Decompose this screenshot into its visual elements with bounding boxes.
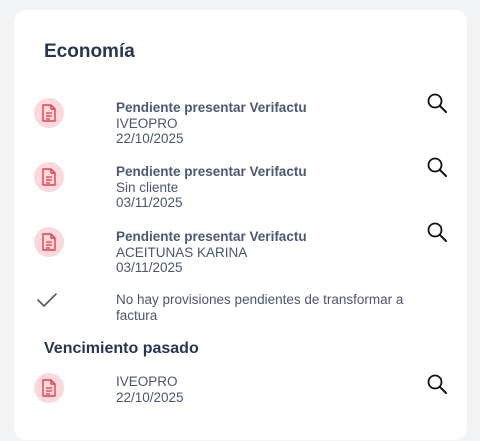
search-icon[interactable] [426,221,448,243]
document-icon [34,162,64,192]
check-icon [36,292,58,313]
notice-text: No hay provisiones pendientes de transfo… [116,292,404,323]
item-status: Pendiente presentar Verifactu [116,100,307,115]
item-text: Pendiente presentar Verifactu Sin client… [116,164,307,211]
search-icon[interactable] [426,373,448,395]
item-client: IVEOPRO [116,115,178,131]
section-title-vencimiento: Vencimiento pasado [44,340,199,357]
item-text: Pendiente presentar Verifactu ACEITUNAS … [116,229,307,276]
item-client: Sin cliente [116,179,179,195]
document-icon [34,98,64,128]
item-text: IVEOPRO 22/10/2025 [116,374,184,405]
item-client: ACEITUNAS KARINA [116,244,248,260]
document-icon [34,227,64,257]
economy-card: Economía Pendiente presentar Verifactu I… [14,10,467,440]
item-status: Pendiente presentar Verifactu [116,164,307,179]
item-text: Pendiente presentar Verifactu IVEOPRO 22… [116,100,307,147]
item-date: 22/10/2025 [116,389,184,405]
item-date: 22/10/2025 [116,131,184,146]
item-status: Pendiente presentar Verifactu [116,229,307,244]
section-title-economia: Economía [44,41,135,62]
search-icon[interactable] [426,156,448,178]
item-date: 03/11/2025 [116,260,183,275]
item-client: IVEOPRO [116,374,178,389]
document-icon [34,373,64,403]
item-date: 03/11/2025 [116,195,183,210]
search-icon[interactable] [426,92,448,114]
